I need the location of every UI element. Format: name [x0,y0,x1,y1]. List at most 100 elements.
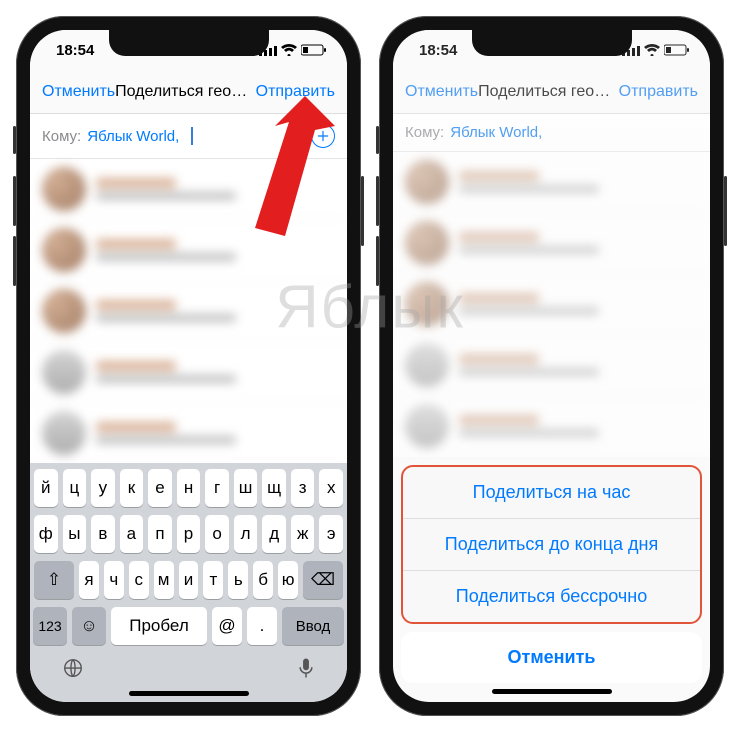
avatar [42,228,86,272]
key[interactable]: щ [262,469,286,507]
globe-icon[interactable] [62,657,84,685]
list-item[interactable] [393,274,710,335]
keyboard-row: й ц у к е н г ш щ з х [34,469,343,507]
status-time: 18:54 [56,42,94,59]
backspace-key[interactable]: ⌫ [303,561,343,599]
avatar [405,404,449,448]
key[interactable]: л [234,515,258,553]
keyboard-bottom [34,653,343,687]
shift-key[interactable]: ⇧ [34,561,74,599]
keyboard-row: ⇧ я ч с м и т ь б ю ⌫ [34,561,343,599]
to-label: Кому: [405,124,444,141]
cancel-button[interactable]: Отменить [405,83,478,101]
key[interactable]: ь [228,561,248,599]
list-item[interactable] [30,342,347,403]
key[interactable]: т [203,561,223,599]
key[interactable]: ф [34,515,58,553]
list-item[interactable] [393,335,710,396]
screen-right: 18:54 Отменить Поделиться геопози... Отп… [393,30,710,702]
key[interactable]: р [177,515,201,553]
navbar: Отменить Поделиться геопози... Отправить [393,70,710,114]
wifi-icon [644,44,660,56]
list-item[interactable] [393,213,710,274]
contact-list [30,159,347,464]
avatar [42,167,86,211]
notch [472,30,632,56]
avatar [42,411,86,455]
numbers-key[interactable]: 123 [33,607,67,645]
recipient-chip[interactable]: Яблык World, [450,124,542,141]
list-item[interactable] [30,403,347,464]
key[interactable]: я [79,561,99,599]
dot-key[interactable]: . [247,607,277,645]
contact-list [393,152,710,457]
key[interactable]: е [148,469,172,507]
key[interactable]: в [91,515,115,553]
key[interactable]: о [205,515,229,553]
avatar [405,343,449,387]
key[interactable]: и [179,561,199,599]
page-title: Поделиться геопози... [478,83,619,101]
sheet-cancel-button[interactable]: Отменить [401,632,702,683]
list-item[interactable] [30,159,347,220]
share-indefinitely-button[interactable]: Поделиться бессрочно [403,571,700,622]
to-label: Кому: [42,128,81,145]
key[interactable]: ы [63,515,87,553]
cancel-button[interactable]: Отменить [42,83,115,101]
keyboard-row: 123 ☺ Пробел @ . Ввод [34,607,343,645]
list-item[interactable] [30,220,347,281]
avatar [42,350,86,394]
recipient-row[interactable]: Кому: Яблык World, [393,114,710,152]
key[interactable]: н [177,469,201,507]
add-recipient-button[interactable] [311,124,335,148]
key[interactable]: ж [291,515,315,553]
notch [109,30,269,56]
key[interactable]: м [154,561,174,599]
avatar [405,160,449,204]
list-item[interactable] [30,281,347,342]
page-title: Поделиться геопози... [115,83,256,101]
list-item[interactable] [393,152,710,213]
key[interactable]: ю [278,561,298,599]
share-hour-button[interactable]: Поделиться на час [403,467,700,519]
key[interactable]: х [319,469,343,507]
space-key[interactable]: Пробел [111,607,207,645]
keyboard[interactable]: й ц у к е н г ш щ з х ф ы в а п р о л [30,463,347,702]
emoji-key[interactable]: ☺ [72,607,106,645]
navbar: Отменить Поделиться геопози... Отправить [30,70,347,114]
avatar [405,282,449,326]
send-button[interactable]: Отправить [619,83,698,101]
mic-icon[interactable] [297,657,315,685]
key[interactable]: к [120,469,144,507]
battery-icon [664,44,690,56]
screen-left: 18:54 Отменить Поделиться геопози... Отп… [30,30,347,702]
key[interactable]: з [291,469,315,507]
key[interactable]: ц [63,469,87,507]
at-key[interactable]: @ [212,607,242,645]
key[interactable]: ч [104,561,124,599]
keyboard-row: ф ы в а п р о л д ж э [34,515,343,553]
key[interactable]: э [319,515,343,553]
key[interactable]: с [129,561,149,599]
action-sheet: Поделиться на час Поделиться до конца дн… [401,465,702,694]
key[interactable]: б [253,561,273,599]
wifi-icon [281,44,297,56]
list-item[interactable] [393,396,710,457]
key[interactable]: п [148,515,172,553]
enter-key[interactable]: Ввод [282,607,344,645]
phone-left: 18:54 Отменить Поделиться геопози... Отп… [16,16,361,716]
key[interactable]: д [262,515,286,553]
key[interactable]: г [205,469,229,507]
key[interactable]: й [34,469,58,507]
home-indicator[interactable] [129,691,249,696]
recipient-row[interactable]: Кому: Яблык World, [30,114,347,159]
recipient-chip[interactable]: Яблык World, [87,128,179,145]
key[interactable]: у [91,469,115,507]
key[interactable]: а [120,515,144,553]
sheet-options: Поделиться на час Поделиться до конца дн… [401,465,702,624]
send-button[interactable]: Отправить [256,83,335,101]
key[interactable]: ш [234,469,258,507]
home-indicator[interactable] [492,689,612,694]
share-end-of-day-button[interactable]: Поделиться до конца дня [403,519,700,571]
plus-icon [316,129,330,143]
